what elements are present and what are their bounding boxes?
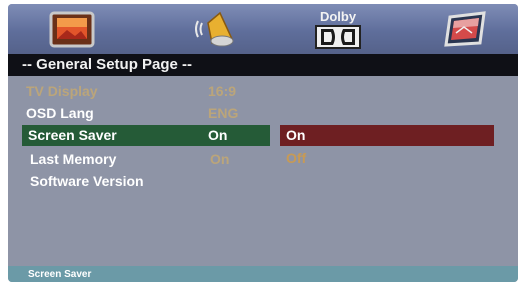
setting-value: 16:9 (208, 83, 237, 99)
setting-label: Screen Saver (28, 127, 117, 143)
setting-label: OSD Lang (26, 105, 94, 121)
tab-dolby-setup[interactable]: Dolby (303, 4, 373, 54)
dolby-digital-icon (315, 25, 361, 49)
option-off[interactable]: Off (286, 148, 306, 169)
tab-audio-setup[interactable] (185, 4, 245, 54)
setup-tab-bar: Dolby (8, 4, 518, 54)
setting-value: On (208, 127, 228, 143)
setting-label: Software Version (30, 173, 144, 189)
tv-icon (49, 9, 95, 49)
setting-row-osd-lang[interactable]: OSD Lang ENG (8, 103, 518, 123)
option-on[interactable]: On (286, 125, 305, 146)
setting-row-screen-saver[interactable]: Screen Saver On (8, 125, 518, 145)
picture-icon (442, 9, 488, 49)
setting-row-software-version[interactable]: Software Version (8, 171, 518, 191)
setting-row-tv-display[interactable]: TV Display 16:9 (8, 81, 518, 101)
setup-menu-screen: Dolby -- General Setup Page -- TV Displa… (8, 4, 518, 282)
setting-row-last-memory[interactable]: Last Memory On (8, 149, 518, 169)
setting-label: TV Display (26, 83, 98, 99)
tab-video-setup[interactable] (435, 4, 495, 54)
page-title: -- General Setup Page -- (8, 54, 518, 76)
speaker-icon (192, 9, 238, 49)
dolby-label: Dolby (319, 9, 357, 24)
setting-value: On (210, 151, 230, 167)
status-bar: Screen Saver (8, 266, 518, 282)
setting-label: Last Memory (30, 151, 117, 167)
tab-general-setup[interactable] (42, 4, 102, 54)
setting-value: ENG (208, 105, 239, 121)
